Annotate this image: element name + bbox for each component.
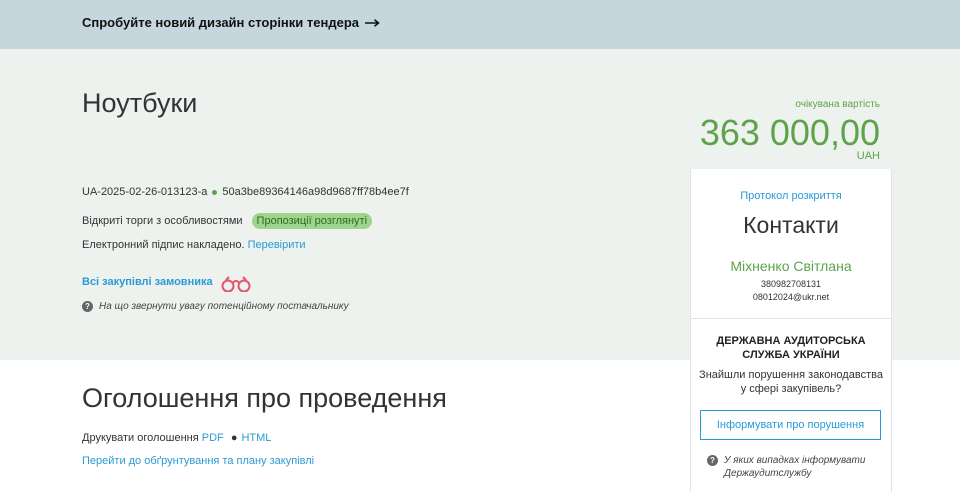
tender-hash: 50a3be89364146a98d9687ff78b4ee7f [222,186,409,198]
announcement-title: Оголошення про проведення [82,383,447,413]
verify-signature-link[interactable]: Перевірити [248,239,306,251]
supplier-hint[interactable]: ? На що звернути увагу потенційному пост… [82,301,349,312]
audit-service-title: ДЕРЖАВНА АУДИТОРСЬКА СЛУЖБА УКРАЇНИ [716,335,866,361]
print-separator: ● [230,432,238,444]
status-dot-icon [212,189,218,195]
top-banner: Спробуйте новий дизайн сторінки тендера [0,0,960,49]
tender-title: Ноутбуки [82,88,198,118]
audit-hint-text: У яких випадках інформувати Держаудитслу… [724,455,866,479]
expected-value-label: очікувана вартість [795,99,880,110]
status-badge: Пропозиції розглянуті [251,213,373,229]
tender-id-line: UA-2025-02-26-013123-a 50a3be89364146a98… [82,186,409,198]
print-announcement-line: Друкувати оголошення PDF ● HTML [82,432,271,444]
contacts-panel: Протокол розкриття Контакти Міхненко Сві… [690,169,892,492]
contacts-title: Контакти [743,212,839,238]
expected-value-amount: 363 000,00 [699,112,880,153]
print-pdf-link[interactable]: PDF [202,432,224,444]
question-icon: ? [707,455,718,466]
long-arrow-right-icon [365,15,380,30]
new-design-link[interactable]: Спробуйте новий дизайн сторінки тендера [82,15,380,30]
contact-phone: 380982708131 [760,279,822,289]
contact-email: 08012024@ukr.net [752,292,830,302]
signature-line: Електронний підпис накладено. Перевірити [82,239,306,251]
all-purchases-link[interactable]: Всі закупівлі замовника [82,276,213,288]
new-design-label: Спробуйте новий дизайн сторінки тендера [82,15,359,30]
print-html-link[interactable]: HTML [241,432,271,444]
supplier-hint-text: На що звернути увагу потенційному постач… [99,301,349,312]
print-label: Друкувати оголошення [82,432,199,444]
procedure-line: Відкриті торги з особливостями Пропозиці… [82,213,373,229]
panel-divider [691,318,891,319]
signature-text: Електронний підпис накладено. [82,239,245,251]
opening-protocol-link[interactable]: Протокол розкриття [691,190,891,202]
procurement-plan-link[interactable]: Перейти до обґрунтування та плану закупі… [82,455,314,467]
expected-value-currency: UAH [856,150,880,162]
tender-id: UA-2025-02-26-013123-a [82,186,208,198]
report-violation-button[interactable]: Інформувати про порушення [700,410,881,440]
binoculars-icon[interactable] [220,276,252,297]
procedure-type: Відкриті торги з особливостями [82,215,243,227]
contact-person-name: Міхненко Світлана [730,258,852,274]
audit-question: Знайшли порушення законодавства у сфері … [699,369,883,395]
audit-hint[interactable]: ? У яких випадках інформувати Держаудитс… [707,454,874,480]
question-icon: ? [82,301,93,312]
